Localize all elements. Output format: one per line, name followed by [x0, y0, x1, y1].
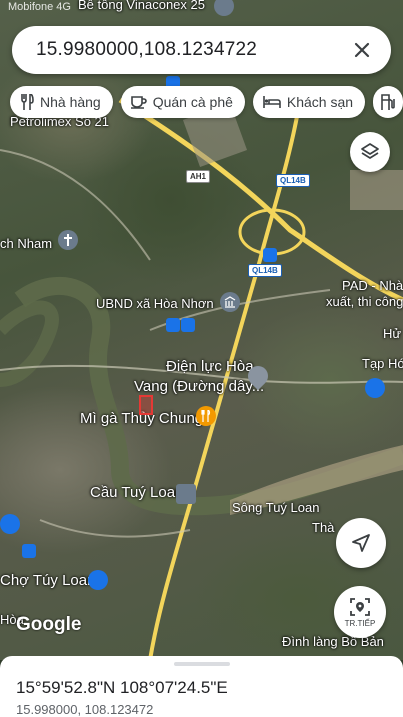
search-query[interactable]: 15.9980000,108.1234722 [36, 39, 347, 61]
road-shield-ah1: AH1 [186, 170, 211, 183]
bus-stop-icon[interactable] [181, 318, 195, 332]
map-label-hu: Hử [383, 326, 402, 341]
layers-icon [361, 143, 379, 159]
chip-coffee-label: Quán cà phê [152, 94, 233, 110]
chip-restaurants[interactable]: Nhà hàng [10, 86, 113, 118]
map-label-song: Sông Tuý Loan [232, 500, 320, 515]
live-view-icon [350, 598, 370, 616]
shopping-icon[interactable] [88, 570, 108, 590]
map-label-pad-1[interactable]: PAD - Nhà [342, 278, 403, 293]
google-logo: Google [16, 614, 82, 635]
map-label-cau[interactable]: Cầu Tuý Loan [90, 484, 183, 501]
place-bottom-sheet[interactable]: 15°59'52.8"N 108°07'24.5"E 15.998000, 10… [0, 656, 403, 717]
map-label-dien-luc-2[interactable]: Vang (Đường dây... [134, 378, 264, 395]
dropped-pin-marker[interactable] [139, 395, 153, 415]
road-shield-ql14b-south: QL14B [248, 264, 282, 277]
map-label-dien-luc-1[interactable]: Điện lực Hòa [166, 358, 254, 375]
coordinates-dms: 15°59'52.8"N 108°07'24.5"E [16, 678, 228, 697]
start-navigation-label: TR.TIẾP [344, 619, 376, 628]
sheet-drag-handle[interactable] [174, 662, 230, 666]
bus-stop-icon[interactable] [263, 248, 277, 262]
map-label-nham: ch Nham [0, 236, 53, 251]
start-navigation-button[interactable]: TR.TIẾP [334, 586, 386, 638]
directions-button[interactable] [336, 518, 386, 568]
shopping-icon[interactable] [365, 378, 385, 398]
bus-stop-icon[interactable] [22, 544, 36, 558]
chip-hotels[interactable]: Khách sạn [252, 86, 366, 118]
map-label-ubnd[interactable]: UBND xã Hòa Nhơn [96, 296, 214, 311]
category-chips: Nhà hàng Quán cà phê Khách sạn [10, 86, 403, 118]
gas-station-icon [381, 94, 395, 110]
bed-icon [263, 96, 281, 108]
shopping-icon[interactable] [0, 514, 20, 534]
fork-knife-icon [21, 94, 34, 110]
clear-search-button[interactable] [347, 35, 377, 65]
government-building-icon[interactable] [220, 292, 240, 312]
status-bar: Mobifone 4G [8, 1, 71, 13]
restaurant-icon[interactable] [196, 406, 216, 426]
map-label-cho[interactable]: Chợ Túy Loan [0, 572, 95, 589]
navigation-arrow-icon [352, 534, 370, 552]
close-icon [354, 42, 370, 58]
map-label-tha: Thà [312, 520, 335, 535]
coordinates-decimal: 15.998000, 108.123472 [16, 702, 154, 717]
map-label-pad-2: xuất, thi công [326, 294, 403, 309]
bridge-icon[interactable] [176, 484, 196, 504]
search-bar[interactable]: 15.9980000,108.1234722 [12, 26, 391, 74]
bus-stop-icon[interactable] [166, 318, 180, 332]
chip-gas[interactable] [373, 86, 403, 118]
map-layers-button[interactable] [350, 132, 390, 172]
chip-coffee[interactable]: Quán cà phê [120, 86, 245, 118]
church-icon[interactable] [58, 230, 78, 250]
chip-hotels-label: Khách sạn [286, 94, 354, 110]
road-shield-ql14b-north: QL14B [276, 174, 310, 187]
chip-restaurants-label: Nhà hàng [40, 94, 101, 110]
coffee-cup-icon [130, 96, 147, 109]
map-label-tap-hoa[interactable]: Tạp Hó [362, 356, 403, 371]
